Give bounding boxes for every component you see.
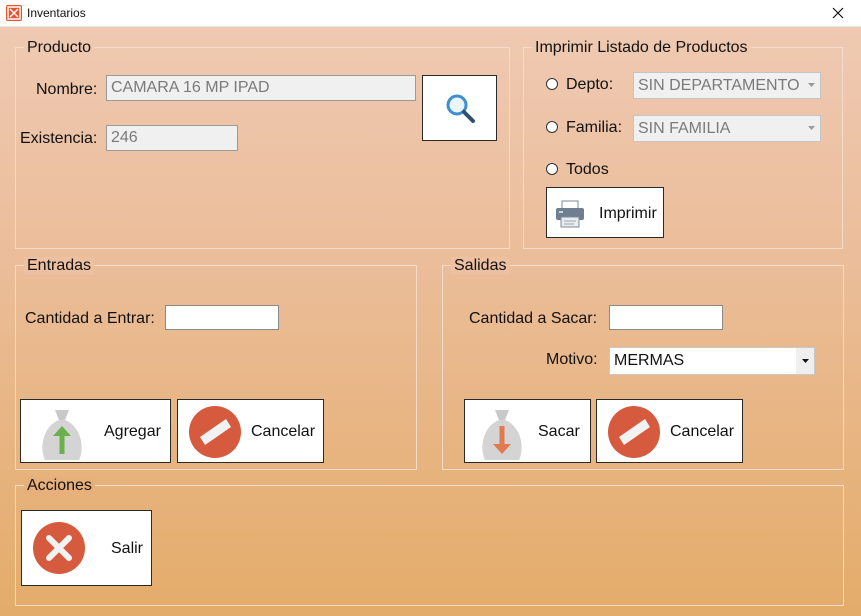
agregar-button[interactable]: Agregar [20, 399, 171, 463]
close-button[interactable] [815, 0, 861, 26]
app-icon [6, 5, 22, 21]
cancelar-entrada-label: Cancelar [251, 423, 316, 440]
agregar-button-label: Agregar [104, 423, 161, 440]
familia-select[interactable]: SIN FAMILIA [633, 115, 821, 142]
sacar-button-label: Sacar [538, 423, 580, 440]
cancelar-salida-button[interactable]: Cancelar [596, 399, 743, 463]
depto-label: Depto: [566, 76, 614, 93]
depto-select[interactable]: SIN DEPARTAMENTO [633, 72, 821, 99]
close-icon[interactable] [832, 7, 844, 19]
producto-group-label: Producto [24, 39, 95, 57]
exit-x-icon [33, 522, 85, 574]
depto-radio[interactable] [546, 78, 558, 90]
nombre-field[interactable] [106, 75, 416, 101]
familia-label: Familia: [566, 119, 623, 136]
imprimir-group-label: Imprimir Listado de Productos [532, 39, 751, 57]
cantidad-entrar-input[interactable] [165, 305, 279, 330]
cancel-icon [608, 406, 660, 458]
title-bar: Inventarios [0, 0, 861, 27]
familia-radio[interactable] [546, 121, 558, 133]
chevron-down-icon[interactable] [802, 116, 820, 141]
search-icon [446, 94, 475, 123]
todos-label: Todos [566, 161, 609, 178]
cancel-icon [189, 406, 241, 458]
bag-arrow-down-icon [482, 410, 522, 460]
chevron-down-icon[interactable] [796, 348, 814, 374]
bag-arrow-up-icon [42, 410, 82, 460]
window-title: Inventarios [27, 6, 86, 20]
motivo-label: Motivo: [546, 351, 598, 368]
salir-button-label: Salir [111, 540, 144, 557]
salir-button[interactable]: Salir [21, 510, 152, 586]
nombre-label: Nombre: [36, 81, 98, 98]
chevron-down-icon[interactable] [802, 73, 820, 98]
todos-radio[interactable] [546, 163, 558, 175]
depto-select-value: SIN DEPARTAMENTO [638, 77, 800, 94]
cantidad-sacar-input[interactable] [609, 305, 723, 330]
sacar-button[interactable]: Sacar [464, 399, 591, 463]
motivo-select-value: MERMAS [614, 352, 685, 369]
existencia-field[interactable] [106, 125, 238, 151]
printer-icon [556, 200, 584, 228]
motivo-select[interactable]: MERMAS [609, 347, 815, 375]
salidas-group-label: Salidas [451, 257, 510, 275]
cancelar-salida-label: Cancelar [670, 423, 735, 440]
existencia-label: Existencia: [20, 130, 98, 147]
familia-select-value: SIN FAMILIA [638, 120, 731, 137]
acciones-group-label: Acciones [24, 477, 95, 495]
cantidad-sacar-label: Cantidad a Sacar: [469, 310, 598, 327]
cantidad-entrar-label: Cantidad a Entrar: [25, 310, 155, 327]
form-client-area: Producto Nombre: Existencia: Imprimir Li… [0, 27, 861, 616]
imprimir-button[interactable]: Imprimir [546, 187, 664, 238]
imprimir-button-label: Imprimir [599, 205, 657, 222]
entradas-group-label: Entradas [24, 257, 95, 275]
cancelar-entrada-button[interactable]: Cancelar [177, 399, 324, 463]
search-button[interactable] [422, 75, 497, 141]
